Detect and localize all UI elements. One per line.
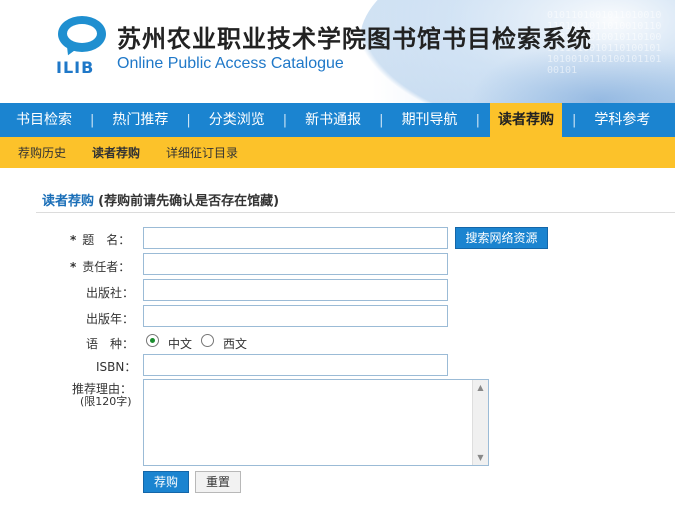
sub-nav: 荐购历史 读者荐购 详细征订目录: [0, 137, 675, 168]
subnav-item-reader-recommend[interactable]: 读者荐购: [74, 144, 140, 161]
divider: [36, 212, 675, 213]
nav-separator: |: [186, 112, 191, 128]
scroll-down-icon[interactable]: ▼: [473, 450, 488, 465]
subnav-item-order-catalog[interactable]: 详细征订目录: [148, 144, 238, 161]
author-label: * 责任者：: [70, 260, 131, 274]
publisher-input[interactable]: [143, 279, 448, 301]
section-note: (荐购前请先确认是否存在馆藏): [98, 194, 280, 209]
search-web-resources-button[interactable]: 搜索网络资源: [455, 227, 548, 249]
subnav-item-history[interactable]: 荐购历史: [0, 144, 66, 161]
scroll-up-icon[interactable]: ▲: [473, 380, 488, 395]
title-input[interactable]: [143, 227, 448, 249]
main-nav: 书目检索 | 热门推荐 | 分类浏览 | 新书通报 | 期刊导航 | 读者荐购 …: [0, 103, 675, 137]
logo-text: ILIB: [56, 58, 95, 77]
nav-item-journals[interactable]: 期刊导航: [394, 103, 466, 137]
nav-separator: |: [282, 112, 288, 128]
title-label: * 题 名：: [70, 233, 131, 247]
site-header: 0101101001011010010110100101101001011010…: [0, 0, 675, 103]
nav-item-reader-recommend[interactable]: 读者荐购: [489, 103, 562, 137]
author-input[interactable]: [143, 253, 448, 275]
required-mark: *: [70, 260, 77, 274]
year-label: 出版年：: [86, 312, 135, 326]
nav-separator: |: [571, 112, 577, 128]
nav-separator: |: [90, 112, 95, 128]
language-radio-chinese[interactable]: [146, 334, 159, 347]
language-option-western: 西文: [223, 337, 248, 351]
reason-textarea[interactable]: ▲ ▼: [143, 379, 489, 466]
ilib-logo: ILIB: [56, 16, 108, 77]
site-title: 苏州农业职业技术学院图书馆书目检索系统: [117, 25, 592, 53]
section-title: 读者荐购 (荐购前请先确认是否存在馆藏): [42, 190, 279, 209]
textarea-scrollbar[interactable]: ▲ ▼: [472, 380, 488, 465]
reason-limit-note: (限120字): [80, 395, 132, 408]
publisher-label: 出版社：: [86, 286, 135, 300]
nav-item-classification[interactable]: 分类浏览: [201, 103, 273, 137]
site-subtitle: Online Public Access Catalogue: [117, 55, 344, 72]
year-input[interactable]: [143, 305, 448, 327]
nav-separator: |: [475, 112, 480, 128]
required-mark: *: [70, 233, 77, 247]
nav-separator: |: [379, 112, 384, 128]
language-label: 语 种：: [86, 337, 135, 351]
language-radio-western[interactable]: [201, 334, 214, 347]
isbn-label: ISBN：: [96, 360, 137, 374]
language-option-chinese: 中文: [168, 337, 193, 351]
nav-item-catalog-search[interactable]: 书目检索: [0, 103, 80, 137]
section-title-text: 读者荐购: [42, 194, 95, 209]
nav-item-popular[interactable]: 热门推荐: [104, 103, 176, 137]
nav-item-new-books[interactable]: 新书通报: [297, 103, 369, 137]
nav-item-subject-reference[interactable]: 学科参考: [586, 103, 658, 137]
submit-recommend-button[interactable]: 荐购: [143, 471, 189, 493]
reset-button[interactable]: 重置: [195, 471, 241, 493]
isbn-input[interactable]: [143, 354, 448, 376]
